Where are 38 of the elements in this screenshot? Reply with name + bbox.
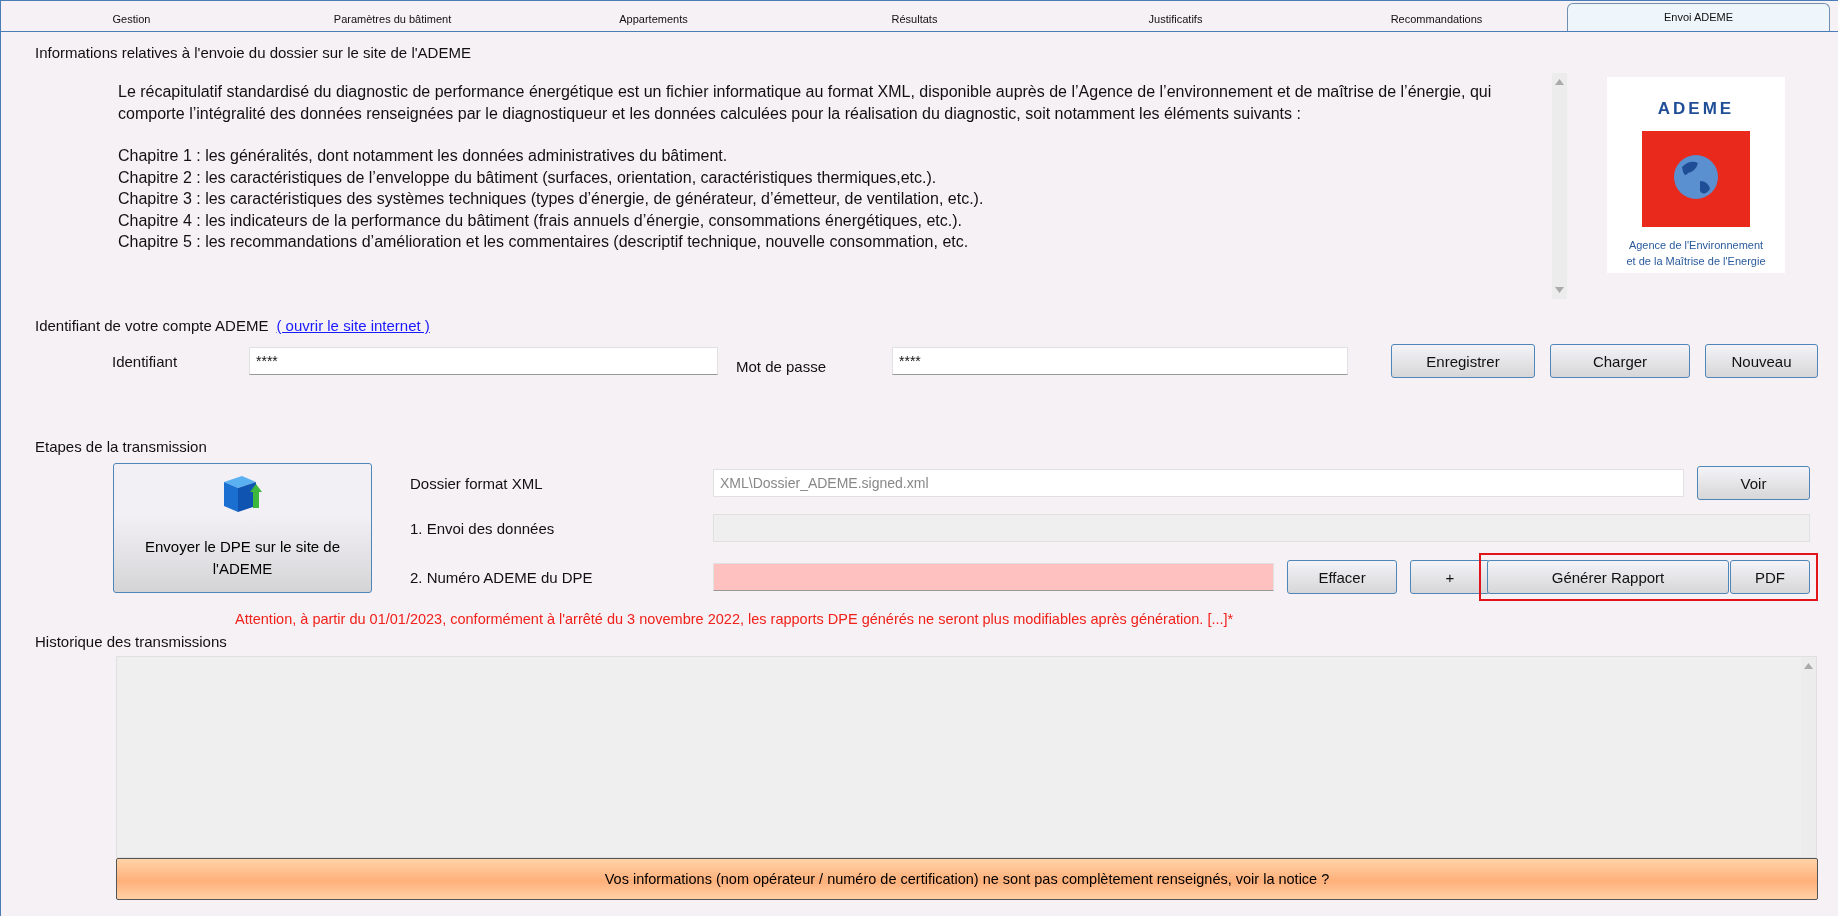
generate-report-button[interactable]: Générer Rapport: [1487, 560, 1729, 594]
scroll-down-icon[interactable]: [1555, 287, 1564, 293]
add-button[interactable]: +: [1410, 560, 1490, 594]
tab[interactable]: Justificatifs: [1045, 7, 1306, 31]
save-button[interactable]: Enregistrer: [1391, 344, 1535, 378]
password-field[interactable]: ****: [892, 347, 1348, 375]
clear-button[interactable]: Effacer: [1287, 560, 1397, 594]
send-dpe-button[interactable]: Envoyer le DPE sur le site de l'ADEME: [113, 463, 372, 593]
notice-button[interactable]: Vos informations (nom opérateur / numéro de certification) ne sont pas complètement renseignés, voir la notice ?: [116, 858, 1818, 900]
tab[interactable]: Recommandations: [1306, 7, 1567, 31]
password-label: Mot de passe: [736, 357, 828, 375]
warning-text: Attention, à partir du 01/01/2023, conformément à l'arrêté du 3 novembre 2022, les rapports DPE générés ne seront plus modifiables après génération. [...]*: [235, 611, 1235, 627]
login-label: Identifiant: [112, 352, 179, 370]
dpe-number-field[interactable]: [713, 563, 1274, 591]
pdf-button[interactable]: PDF: [1730, 560, 1810, 594]
tab[interactable]: Gestion: [1, 7, 262, 31]
tab[interactable]: Paramètres du bâtiment: [262, 7, 523, 31]
xml-path-field[interactable]: XML\Dossier_ADEME.signed.xml: [713, 469, 1684, 497]
login-field[interactable]: ****: [249, 347, 718, 375]
tab[interactable]: Résultats: [784, 7, 1045, 31]
view-button[interactable]: Voir: [1697, 466, 1810, 500]
xml-label: Dossier format XML: [410, 474, 544, 492]
history-title: Historique des transmissions: [35, 633, 228, 650]
scroll-up-icon[interactable]: [1555, 79, 1564, 85]
section-title: Informations relatives à l'envoie du dossier sur le site de l'ADEME: [35, 44, 472, 61]
transmission-title: Etapes de la transmission: [35, 438, 208, 455]
tab[interactable]: Envoi ADEME: [1567, 3, 1830, 31]
ademe-logo: ADEME Agence de l'Environnement et de la Maîtrise de l'Energie: [1607, 77, 1785, 273]
account-title: Identifiant de votre compte ADEME: [35, 317, 269, 334]
description-text: Le récapitulatif standardisé du diagnostic de performance énergétique est un fichier informatique au format XML, disponible auprès de l’Agence de l’environnement et de maîtrise de l’énergie, qui comporte l’intégralité des données renseignées par le diagnostiqueur et les données calculées pour la réalisation du diagnostic, soit notamment les éléments suivants : Chapitre 1 : les généralités, dont notamment les données administratives du bâtiment. Chapitre 2 : les caractéristiques de l’enveloppe du bâtiment (surfaces, orientation, caractéristiques thermiques,etc.). Chapitre 3 : les caractéristiques des systèmes techniques (types d’énergie, de générateur, d’émetteur, de ventilation, etc.). Chapitre 4 : les indicateurs de la performance du bâtiment (frais annuels d’énergie, consommations énergétiques, etc.). Chapitre 5 : les recommandations d’amélioration et les commentaires (descriptif technique, nouvelle consommation, etc.: [117, 82, 1493, 252]
scrollbar[interactable]: [1552, 73, 1567, 299]
new-button[interactable]: Nouveau: [1705, 344, 1818, 378]
website-link[interactable]: ( ouvrir le site internet ): [276, 317, 430, 334]
load-button[interactable]: Charger: [1550, 344, 1690, 378]
number-label: 2. Numéro ADEME du DPE: [410, 568, 594, 586]
tab[interactable]: Appartements: [523, 7, 784, 31]
scroll-up-icon[interactable]: [1804, 663, 1813, 669]
send-step-label: 1. Envoi des données: [410, 519, 556, 537]
